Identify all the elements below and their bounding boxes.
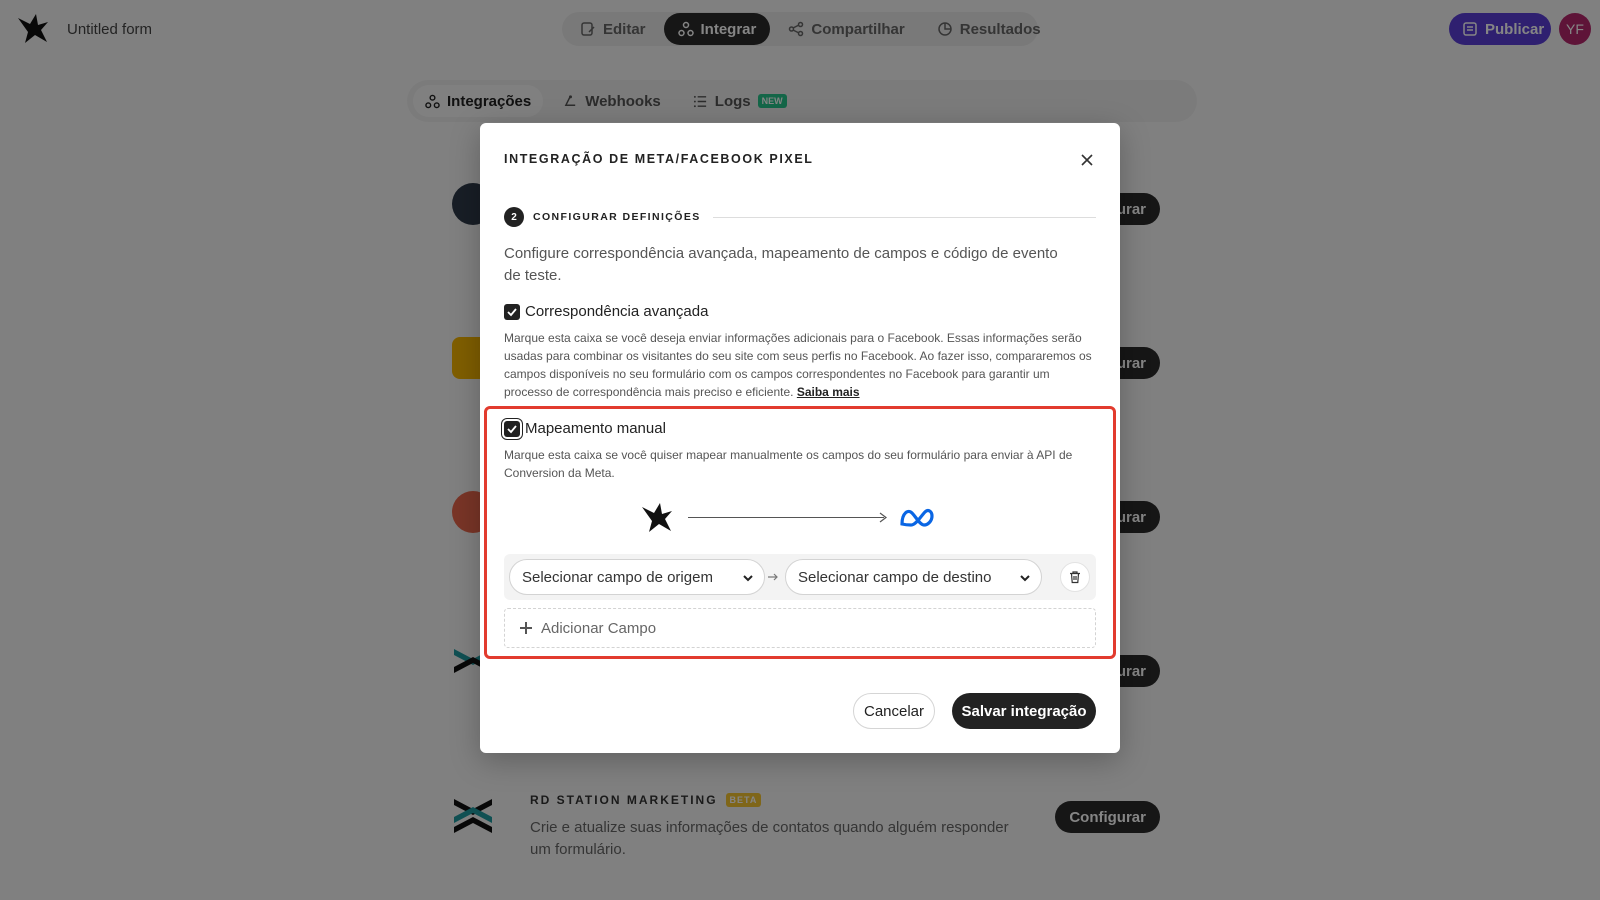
step-header: 2 CONFIGURAR DEFINIÇÕES [504, 207, 1096, 227]
manual-mapping-description: Marque esta caixa se você quiser mapear … [504, 448, 1073, 480]
step-number: 2 [504, 207, 524, 227]
app-logo-icon [642, 503, 672, 532]
mapping-flow-diagram [640, 501, 960, 535]
close-icon[interactable] [1078, 151, 1096, 169]
add-field-label: Adicionar Campo [541, 619, 657, 637]
save-integration-button[interactable]: Salvar integração [952, 693, 1096, 729]
advanced-matching-option[interactable]: Correspondência avançada [504, 303, 708, 320]
chevron-down-icon [743, 575, 753, 582]
field-mapping-row: Selecionar campo de origem Selecionar ca… [504, 554, 1096, 600]
meta-pixel-modal: INTEGRAÇÃO DE META/FACEBOOK PIXEL 2 CONF… [480, 123, 1120, 753]
advanced-matching-label: Correspondência avançada [525, 303, 709, 320]
modal-intro: Configure correspondência avançada, mape… [504, 245, 1058, 284]
flow-line [688, 517, 884, 518]
step-divider [712, 216, 1096, 218]
target-select-value: Selecionar campo de destino [798, 568, 992, 586]
chevron-down-icon [1020, 575, 1030, 582]
target-field-select[interactable]: Selecionar campo de destino [785, 559, 1042, 595]
manual-mapping-checkbox[interactable] [504, 420, 520, 437]
step-label: CONFIGURAR DEFINIÇÕES [533, 211, 701, 223]
advanced-matching-description: Marque esta caixa se você deseja enviar … [504, 329, 1094, 401]
arrow-right-icon [879, 512, 887, 523]
source-field-select[interactable]: Selecionar campo de origem [509, 559, 765, 595]
advanced-matching-checkbox[interactable] [504, 303, 520, 320]
plus-icon [520, 622, 532, 634]
manual-mapping-label: Mapeamento manual [525, 420, 666, 437]
trash-icon [1070, 571, 1080, 584]
source-select-value: Selecionar campo de origem [522, 568, 713, 586]
add-field-button[interactable]: Adicionar Campo [504, 608, 1096, 648]
delete-mapping-button[interactable] [1060, 562, 1090, 592]
modal-title: INTEGRAÇÃO DE META/FACEBOOK PIXEL [504, 152, 814, 166]
manual-mapping-option[interactable]: Mapeamento manual [504, 420, 666, 437]
checkmark-icon [507, 307, 517, 316]
cancel-button[interactable]: Cancelar [853, 693, 935, 729]
checkmark-icon [507, 424, 517, 433]
meta-logo-icon [900, 509, 934, 527]
arrow-right-icon [768, 573, 778, 581]
learn-more-link[interactable]: Saiba mais [797, 385, 860, 399]
